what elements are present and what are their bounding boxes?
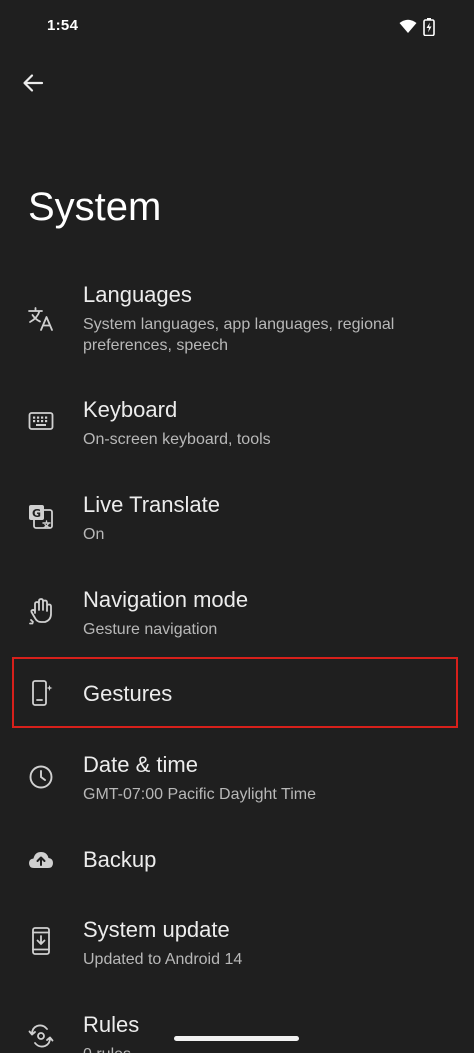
- status-time: 1:54: [47, 17, 79, 34]
- setting-item-navigation-mode[interactable]: Navigation mode Gesture navigation: [0, 575, 474, 655]
- live-translate-icon: G: [24, 500, 58, 534]
- battery-charging-icon: [423, 18, 435, 41]
- gesture-hand-icon: [24, 594, 58, 628]
- setting-title: Backup: [83, 847, 157, 872]
- cloud-upload-icon: [24, 843, 58, 877]
- clock-icon: [24, 760, 58, 794]
- setting-subtitle: GMT-07:00 Pacific Daylight Time: [83, 786, 316, 803]
- setting-item-backup[interactable]: Backup: [0, 830, 474, 890]
- setting-item-live-translate[interactable]: G Live Translate On: [0, 480, 474, 560]
- setting-subtitle: Gesture navigation: [83, 621, 218, 638]
- home-indicator[interactable]: [174, 1036, 299, 1041]
- setting-item-keyboard[interactable]: Keyboard On-screen keyboard, tools: [0, 385, 474, 465]
- setting-subtitle: Updated to Android 14: [83, 951, 243, 968]
- svg-text:G: G: [32, 507, 41, 520]
- translate-icon: [24, 302, 58, 336]
- setting-item-date-time[interactable]: Date & time GMT-07:00 Pacific Daylight T…: [0, 740, 474, 820]
- setting-title: System update: [83, 917, 230, 942]
- setting-subtitle: On: [83, 526, 105, 543]
- setting-title: Navigation mode: [83, 587, 249, 612]
- setting-title: Live Translate: [83, 492, 220, 517]
- setting-item-rules[interactable]: Rules 0 rules: [0, 1000, 474, 1053]
- rules-icon: [24, 1019, 58, 1053]
- setting-item-languages[interactable]: Languages System languages, app language…: [0, 270, 474, 370]
- setting-title: Keyboard: [83, 397, 178, 422]
- status-bar: 1:54: [0, 0, 474, 54]
- setting-subtitle: System languages, app languages, regiona…: [83, 316, 395, 354]
- setting-title: Languages: [83, 282, 192, 307]
- setting-subtitle: On-screen keyboard, tools: [83, 431, 271, 448]
- setting-subtitle: 0 rules: [83, 1044, 443, 1053]
- setting-item-system-update[interactable]: System update Updated to Android 14: [0, 905, 474, 985]
- setting-title: Rules: [83, 1012, 140, 1037]
- wifi-icon: [399, 19, 417, 39]
- keyboard-icon: [24, 404, 58, 438]
- back-button[interactable]: [14, 66, 52, 104]
- arrow-back-icon: [22, 72, 44, 99]
- system-update-icon: [24, 924, 58, 958]
- highlight-box: [12, 657, 458, 728]
- setting-title: Date & time: [83, 752, 198, 777]
- page-title: System: [28, 185, 162, 229]
